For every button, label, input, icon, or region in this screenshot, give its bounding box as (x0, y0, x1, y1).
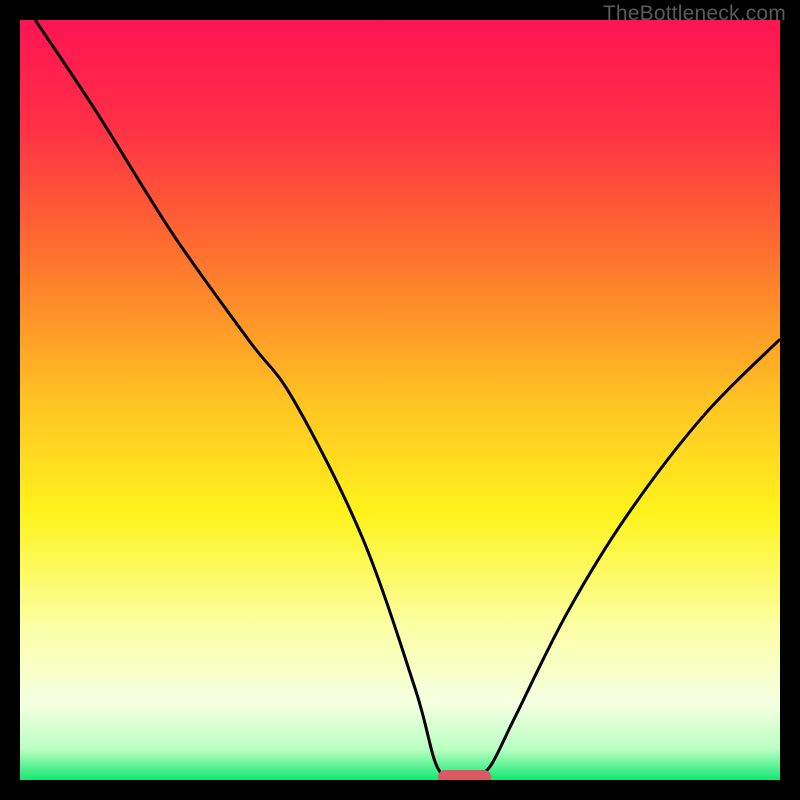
optimum-marker (438, 770, 491, 780)
chart-frame: TheBottleneck.com (0, 0, 800, 800)
plot-area (20, 20, 780, 780)
watermark-label: TheBottleneck.com (603, 2, 786, 26)
bottleneck-curve (20, 20, 780, 780)
curve-path (35, 20, 780, 777)
